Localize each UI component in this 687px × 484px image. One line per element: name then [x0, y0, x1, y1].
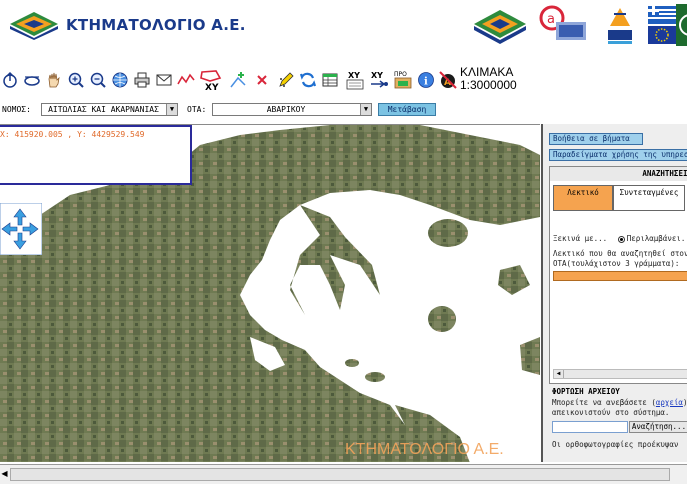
file-path-input[interactable] — [552, 421, 628, 433]
svg-text:ΠΡΟ: ΠΡΟ — [394, 71, 407, 78]
table-icon[interactable] — [320, 69, 340, 91]
upload-title: ΦΟΡΤΩΣΗ ΑΡΧΕΙΟΥ — [552, 387, 620, 396]
svg-text:XY: XY — [348, 71, 360, 80]
upload-desc-2: ) π — [683, 398, 687, 407]
xy-label: XY — [205, 83, 219, 91]
xy-list-icon[interactable]: XY — [344, 69, 366, 91]
pencil-icon[interactable] — [276, 69, 296, 91]
chevron-down-icon: ▼ — [360, 104, 371, 115]
ota-label: ΟΤΑ: — [187, 105, 207, 114]
pan-left-icon[interactable] — [22, 69, 42, 91]
mail-icon[interactable] — [154, 69, 174, 91]
pan-up-icon[interactable] — [0, 69, 20, 91]
header: ΚΤΗΜΑΤΟΛΟΓΙΟ Α.Ε. a — [0, 0, 687, 60]
scrollbar-thumb[interactable] — [10, 468, 670, 481]
location-selector-row: ΝΟΜΟΣ: ΑΙΤΩΛΙΑΣ ΚΑΙ ΑΚΑΡΝΑΝΙΑΣ ▼ ΟΤΑ: ΑΒ… — [0, 102, 687, 118]
map-toolbar: XY XY XY ΠΡΟ i A — [0, 64, 687, 98]
search-title: ΑΝΑΖΗΤΗΣΕΙΣ — [550, 167, 687, 181]
open-file-icon[interactable]: ΠΡΟ — [392, 69, 414, 91]
ktimatologio-logo-icon — [10, 12, 58, 40]
horizontal-scrollbar[interactable]: ◀ — [0, 464, 687, 484]
zoom-in-icon[interactable] — [66, 69, 86, 91]
search-input[interactable] — [553, 271, 687, 281]
contains-label: Περιλαμβάνει... — [626, 234, 687, 243]
scale-readout: ΚΛΙΜΑΚΑ 1:3000000 — [460, 66, 517, 92]
files-link[interactable]: αρχεία — [656, 398, 683, 407]
brand-title: ΚΤΗΜΑΤΟΛΟΓΙΟ Α.Ε. — [66, 16, 246, 34]
results-scrollbar[interactable]: ◀ — [553, 369, 687, 379]
nomos-value: ΑΙΤΩΛΙΑΣ ΚΑΙ ΑΚΑΡΝΑΝΙΑΣ — [48, 105, 159, 114]
tab-lexical[interactable]: Λεκτικό — [553, 185, 613, 211]
xy-goto-icon[interactable]: XY — [368, 69, 390, 91]
upload-desc-3: απεικονιστούν στο σύστημα. — [552, 408, 670, 417]
starts-with-label: Ξεκινά με... — [553, 234, 608, 243]
clear-icon[interactable] — [252, 69, 272, 91]
add-point-icon[interactable] — [228, 69, 248, 91]
nomos-select[interactable]: ΑΙΤΩΛΙΑΣ ΚΑΙ ΑΚΑΡΝΑΝΙΑΣ ▼ — [41, 103, 178, 116]
svg-text:i: i — [424, 77, 428, 88]
browse-button[interactable]: Αναζήτηση... — [629, 421, 687, 433]
app-window: ΚΤΗΜΑΤΟΛΟΓΙΟ Α.Ε. a XY XY XY ΠΡΟ i A ΚΛΙ… — [0, 0, 687, 484]
e-government-logo-icon: a — [539, 5, 586, 40]
upload-desc-1: Μπορείτε να ανεβάσετε ( — [552, 398, 656, 407]
xy-polygon-icon[interactable]: XY — [198, 69, 224, 91]
usage-examples-button[interactable]: Παραδείγματα χρήσης της υπηρεσίας — [549, 149, 687, 161]
scale-icon[interactable]: A — [438, 69, 458, 91]
coordinate-readout-box: X: 415920.005 , Y: 4429529.549 — [0, 125, 192, 185]
ktimatologio-mark-icon — [474, 10, 526, 44]
contains-radio[interactable] — [617, 235, 625, 243]
chevron-down-icon: ▼ — [166, 104, 177, 115]
cursor-coordinates: X: 415920.005 , Y: 4429529.549 — [0, 130, 145, 139]
map-canvas[interactable]: X: 415920.005 , Y: 4429529.549 ΚΤΗΜΑΤΟΛΟ… — [0, 124, 540, 462]
info-icon[interactable]: i — [416, 69, 436, 91]
svg-text:a: a — [547, 12, 555, 27]
svg-text:XY: XY — [371, 71, 383, 80]
orthophoto-note: Οι ορθοφωτογραφίες προέκυψαν — [552, 440, 679, 449]
search-panel: ΑΝΑΖΗΤΗΣΕΙΣ Λεκτικό Συντεταγμένες Ξεκινά… — [549, 166, 687, 384]
upload-description: Μπορείτε να ανεβάσετε (αρχεία) π απεικον… — [552, 398, 687, 418]
scroll-left-icon[interactable]: ◀ — [554, 370, 564, 378]
refresh-icon[interactable] — [298, 69, 318, 91]
measure-line-icon[interactable] — [176, 69, 196, 91]
green-seal-logo-icon — [676, 4, 687, 46]
tab-coordinates[interactable]: Συντεταγμένες — [613, 185, 685, 211]
globe-icon[interactable] — [110, 69, 130, 91]
hellas-2006-logo-icon — [608, 8, 632, 44]
go-button[interactable]: Μετάβαση — [378, 103, 436, 116]
pan-arrows-icon[interactable] — [0, 203, 42, 255]
side-panel: Βοήθεια σε βήματα Παραδείγματα χρήσης τη… — [541, 124, 687, 462]
ota-select[interactable]: ΑΒΑΡΙΚΟΥ ▼ — [212, 103, 372, 116]
scroll-left-arrow-icon[interactable]: ◀ — [0, 467, 9, 481]
help-steps-button[interactable]: Βοήθεια σε βήματα — [549, 133, 643, 145]
print-icon[interactable] — [132, 69, 152, 91]
ota-value: ΑΒΑΡΙΚΟΥ — [266, 105, 306, 114]
greece-eu-flags-icon — [648, 6, 676, 44]
zoom-out-icon[interactable] — [88, 69, 108, 91]
hand-icon[interactable] — [44, 69, 64, 91]
starts-with-option[interactable]: Ξεκινά με... Περιλαμβάνει... — [553, 234, 687, 243]
search-hint-1: Λεκτικό που θα αναζητηθεί στον — [553, 249, 687, 258]
search-hint-2: ΟΤΑ(τουλάχιστον 3 γράμματα): — [553, 259, 680, 268]
scale-value: 1:3000000 — [460, 78, 517, 92]
map-watermark: ΚΤΗΜΑΤΟΛΟΓΙΟ Α.Ε. — [345, 441, 504, 458]
nomos-label: ΝΟΜΟΣ: — [2, 105, 31, 114]
